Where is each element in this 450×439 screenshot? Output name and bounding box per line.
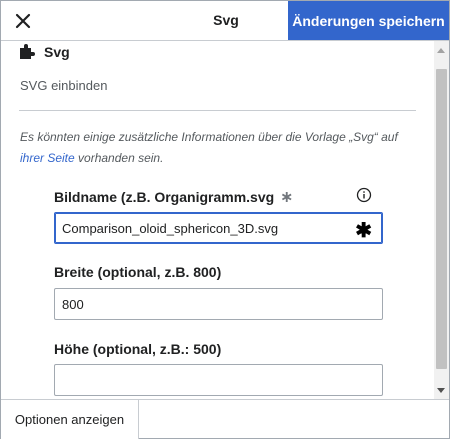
bildname-label-text: Bildname (z.B. Organigramm.svg [54, 189, 275, 205]
breite-input[interactable]: 800 [54, 288, 383, 320]
dialog-content: Svg SVG einbinden Es könnten einige zusä… [1, 41, 434, 399]
required-marker-icon: ✱ [355, 220, 372, 242]
own-page-link[interactable]: ihrer Seite [20, 151, 75, 165]
hoehe-label: Höhe (optional, z.B.: 500) [54, 341, 221, 357]
divider [19, 110, 416, 111]
breite-value: 800 [62, 296, 84, 312]
hoehe-label-text: Höhe (optional, z.B.: 500) [54, 341, 222, 357]
puzzle-piece-icon [20, 44, 35, 59]
info-icon[interactable] [356, 187, 372, 203]
scroll-up-arrow-icon[interactable] [437, 48, 445, 53]
bildname-label: Bildname (z.B. Organigramm.svg ∗ [54, 187, 294, 207]
scrollbar[interactable] [434, 41, 449, 399]
bildname-value: Comparison_oloid_sphericon_3D.svg [62, 220, 279, 236]
scroll-down-arrow-icon[interactable] [437, 388, 445, 393]
close-button[interactable] [9, 7, 37, 35]
template-dialog: Svg Änderungen speichern Svg SVG einbind… [0, 0, 450, 439]
dialog-title: Svg [213, 12, 239, 28]
required-indicator: ∗ [280, 189, 294, 206]
breite-label: Breite (optional, z.B. 800) [54, 264, 221, 280]
dialog-footer: Optionen anzeigen [1, 399, 449, 439]
template-description: SVG einbinden [20, 78, 108, 93]
template-name: Svg [44, 44, 70, 60]
breite-label-text: Breite (optional, z.B. 800) [54, 264, 222, 280]
scrollbar-thumb[interactable] [436, 69, 447, 369]
save-changes-button[interactable]: Änderungen speichern [288, 1, 449, 40]
close-icon [15, 13, 31, 29]
dialog-header: Svg Änderungen speichern [1, 1, 449, 41]
show-options-button[interactable]: Optionen anzeigen [1, 400, 139, 439]
hoehe-input[interactable] [54, 364, 383, 396]
template-heading: Svg [19, 41, 70, 63]
bildname-input[interactable]: Comparison_oloid_sphericon_3D.svg ✱ [54, 212, 383, 244]
info-text-end: vorhanden sein. [74, 151, 164, 165]
template-info-note: Es könnten einige zusätzliche Informatio… [20, 127, 420, 169]
info-text-start: Es könnten einige zusätzliche Informatio… [20, 130, 398, 144]
